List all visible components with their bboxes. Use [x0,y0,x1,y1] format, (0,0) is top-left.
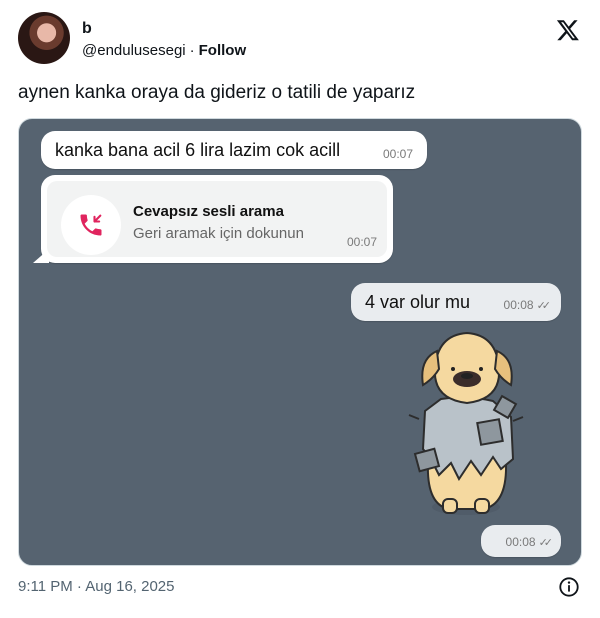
message-text: kanka bana acil 6 lira lazim cok acill [55,140,341,160]
user-handle[interactable]: @endulusesegi [82,42,186,59]
missed-call-bubble: Cevapsız sesli arama Geri aramak için do… [33,175,393,263]
message-time: 00:08 [503,298,534,312]
handle-row: @endulusesegi · Follow [82,42,246,59]
tweet-header: b @endulusesegi · Follow [18,12,582,68]
message-time: 00:08 [505,535,536,549]
call-icon-circle [61,195,121,255]
missed-call-icon [80,214,102,236]
missed-call-title: Cevapsız sesli arama [133,203,284,220]
incoming-message: kanka bana acil 6 lira lazim cok acill 0… [41,131,427,169]
message-time-row: 00:08 ✓✓ [505,535,554,549]
missed-call-subtitle: Geri aramak için dokunun [133,225,304,242]
double-check-icon: ✓✓ [536,300,552,312]
tweet-timestamp[interactable]: 9:11 PM · Aug 16, 2025 [18,578,175,595]
display-name[interactable]: b [82,20,92,38]
info-icon[interactable] [558,576,580,598]
x-logo-icon[interactable] [556,18,580,42]
follow-button[interactable]: Follow [199,42,247,59]
separator: · [189,42,195,59]
sticker-time-bubble: 00:08 ✓✓ [481,525,561,557]
tweet-media[interactable]: kanka bana acil 6 lira lazim cok acill 0… [18,118,582,566]
outgoing-message: 4 var olur mu 00:08 ✓✓ [351,283,561,321]
tweet-text: aynen kanka oraya da gideriz o tatili de… [18,82,416,103]
missed-call-card: Cevapsız sesli arama Geri aramak için do… [47,181,387,257]
message-time: 00:07 [346,235,377,249]
bubble-tail [33,249,49,263]
message-text: 4 var olur mu [365,292,471,312]
message-time: 00:07 [382,147,413,161]
message-time-row: 00:08 ✓✓ [503,298,552,312]
dog-sticker [408,331,524,515]
double-check-icon: ✓✓ [538,537,554,549]
avatar[interactable] [18,12,70,64]
